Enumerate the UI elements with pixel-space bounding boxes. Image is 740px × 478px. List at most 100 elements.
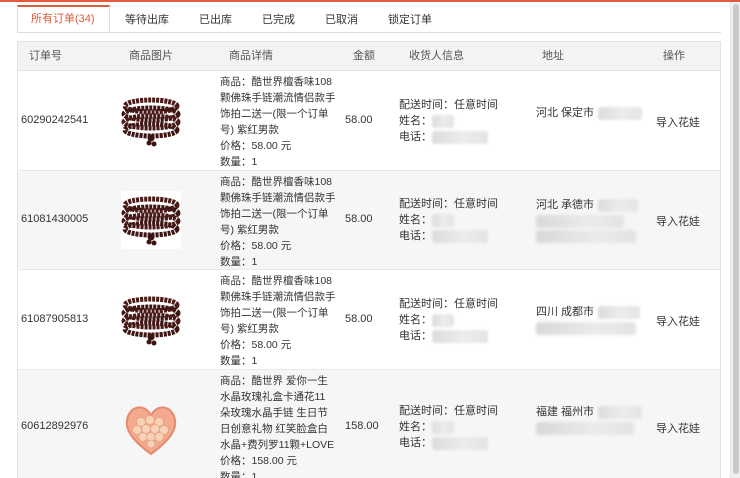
product-name-line: 商品：酷世界檀香味108 [220,176,333,188]
product-name-line: 号) 紫红男款 [220,124,279,136]
product-name-line: 商品：酷世界 爱你一生 [220,375,328,387]
column-header-address: 地址 [542,50,564,62]
redacted-address [598,405,643,419]
redacted-name [432,213,454,227]
order-number: 61081430005 [21,213,89,225]
order-number: 60612892976 [21,420,89,432]
product-price: 价格：158.00 元 [220,455,298,467]
delivery-time: 配送时间：任意时间 [399,198,498,210]
prayer-beads-bracelet-icon[interactable] [121,291,181,349]
product-name-line: 日创意礼物 红笑脸盒白 [220,423,328,435]
import-order-link[interactable]: 导入花娃 [656,420,700,436]
address-cell: 福建 福州市 [536,404,643,435]
product-name-line: 颗佛珠手链潮流情侣款手 [220,192,336,204]
receiver-phone-label: 电话： [399,230,432,242]
import-order-link[interactable]: 导入花娃 [656,313,700,329]
address-cell: 四川 成都市 [536,304,641,335]
product-name-line: 颗佛珠手链潮流情侣款手 [220,92,336,104]
receiver-phone-label: 电话： [399,330,432,342]
delivery-time: 配送时间：任意时间 [399,298,498,310]
redacted-address [536,215,624,228]
column-header-order-no: 订单号 [29,50,62,62]
product-detail: 商品：酷世界檀香味108 颗佛珠手链潮流情侣款手 饰拍二送一(限一个订单 号) … [220,273,338,369]
tabs-divider [17,32,721,33]
product-name-line: 水晶玫瑰礼盒卡通花11 [220,391,326,403]
tab-cancelled[interactable]: 已取消 [310,5,373,33]
column-header-receiver: 收货人信息 [409,50,464,62]
receiver-info: 配送时间：任意时间 姓名： 电话： [399,296,498,344]
product-name-line: 饰拍二送一(限一个订单 [220,208,329,220]
product-quantity: 数量：1 [220,471,258,478]
product-name-line: 水晶+费列罗11颗+LOVE [220,439,335,451]
receiver-name-label: 姓名： [399,314,432,326]
order-number: 61087905813 [21,313,89,325]
tab-shipped[interactable]: 已出库 [184,5,247,33]
product-detail: 商品：酷世界檀香味108 颗佛珠手链潮流情侣款手 饰拍二送一(限一个订单 号) … [220,74,338,170]
product-price: 价格：58.00 元 [220,339,292,351]
column-header-detail: 商品详情 [229,50,273,62]
orders-table: 订单号 商品图片 商品详情 金额 收货人信息 地址 操作 60290242541 [17,41,721,478]
product-name-line: 颗佛珠手链潮流情侣款手 [220,291,336,303]
order-status-tabs: 所有订单(34) 等待出库 已出库 已完成 已取消 锁定订单 [17,5,447,33]
address-text: 河北 承德市 [536,199,595,211]
import-order-link[interactable]: 导入花娃 [656,114,700,130]
product-name-line: 号) 紫红男款 [220,224,279,236]
table-header: 订单号 商品图片 商品详情 金额 收货人信息 地址 操作 [18,42,720,71]
redacted-phone [432,229,488,243]
column-header-action: 操作 [663,50,685,62]
redacted-address [598,198,639,212]
product-name-line: 朵玫瑰水晶手链 生日节 [220,407,328,419]
table-row: 61081430005 商品：酷世界檀香味108 颗佛珠手链潮流情侣款手 饰拍二… [18,171,720,270]
product-detail: 商品：酷世界檀香味108 颗佛珠手链潮流情侣款手 饰拍二送一(限一个订单 号) … [220,174,338,270]
product-detail: 商品：酷世界 爱你一生 水晶玫瑰礼盒卡通花11 朵玫瑰水晶手链 生日节 日创意礼… [220,373,338,478]
redacted-name [432,420,454,434]
tab-locked-orders[interactable]: 锁定订单 [373,5,447,33]
receiver-name-label: 姓名： [399,214,432,226]
top-accent-bar [0,0,740,2]
receiver-name-label: 姓名： [399,115,432,127]
redacted-phone [432,130,488,144]
order-amount: 158.00 [345,420,379,432]
order-amount: 58.00 [345,114,373,126]
redacted-address [598,106,643,120]
address-text: 河北 保定市 [536,107,595,119]
delivery-time: 配送时间：任意时间 [399,405,498,417]
address-text: 四川 成都市 [536,306,595,318]
redacted-address [598,305,641,319]
receiver-phone-label: 电话： [399,437,432,449]
tab-all-orders[interactable]: 所有订单(34) [17,5,110,33]
product-name-line: 商品：酷世界檀香味108 [220,275,333,287]
receiver-info: 配送时间：任意时间 姓名： 电话： [399,97,498,145]
address-cell: 河北 承德市 [536,197,639,243]
product-quantity: 数量：1 [220,156,258,168]
address-text: 福建 福州市 [536,406,595,418]
receiver-info: 配送时间：任意时间 姓名： 电话： [399,196,498,244]
redacted-address [536,322,636,335]
redacted-phone [432,436,488,450]
redacted-name [432,114,454,128]
order-amount: 58.00 [345,313,373,325]
address-cell: 河北 保定市 [536,105,643,121]
product-quantity: 数量：1 [220,355,258,367]
tab-awaiting-shipment[interactable]: 等待出库 [110,5,184,33]
product-name-line: 商品：酷世界檀香味108 [220,76,333,88]
scrollbar-thumb[interactable] [733,4,739,474]
heart-rose-gift-box-icon[interactable] [121,400,181,458]
table-row: 60290242541 商品：酷世界檀香味108 颗佛珠手链潮流情侣款手 饰拍二… [18,71,720,171]
vertical-scrollbar[interactable] [730,2,740,478]
order-number: 60290242541 [21,114,89,126]
redacted-address [536,422,634,435]
import-order-link[interactable]: 导入花娃 [656,213,700,229]
column-header-amount: 金额 [353,50,375,62]
table-row: 60612892976 商品：酷世界 爱你一生 水晶玫瑰礼盒卡通花11 朵玫瑰水… [18,370,720,478]
tab-completed[interactable]: 已完成 [247,5,310,33]
receiver-name-label: 姓名： [399,421,432,433]
prayer-beads-bracelet-icon[interactable] [121,191,181,249]
product-quantity: 数量：1 [220,256,258,268]
receiver-info: 配送时间：任意时间 姓名： 电话： [399,403,498,451]
product-name-line: 饰拍二送一(限一个订单 [220,307,329,319]
redacted-name [432,313,454,327]
prayer-beads-bracelet-icon[interactable] [121,92,181,150]
product-name-line: 号) 紫红男款 [220,323,279,335]
redacted-phone [432,329,488,343]
